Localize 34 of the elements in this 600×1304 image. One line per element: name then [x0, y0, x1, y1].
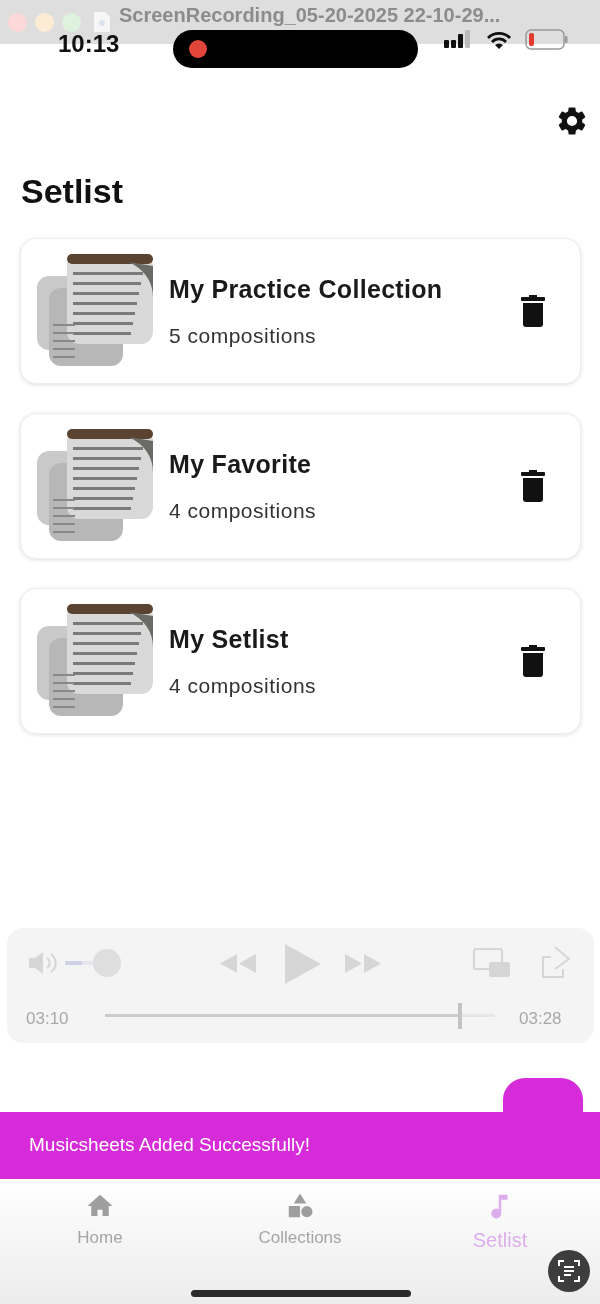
delete-icon[interactable]	[520, 645, 546, 677]
total-time: 03:28	[519, 1008, 562, 1030]
play-icon[interactable]	[283, 942, 323, 986]
share-icon[interactable]	[541, 945, 571, 979]
setlist-name: My Practice Collection	[169, 273, 444, 305]
snackbar-message: Musicsheets Added Successfully!	[29, 1133, 310, 1158]
composition-count: 4 compositions	[169, 673, 318, 699]
setlist-name: My Favorite	[169, 448, 313, 480]
clock: 10:13	[58, 29, 120, 59]
wifi-icon	[486, 30, 512, 49]
composition-count: 4 compositions	[169, 498, 318, 524]
rewind-icon[interactable]	[219, 953, 257, 974]
close-window-icon[interactable]	[8, 12, 27, 32]
setlist-card[interactable]: My Favorite 4 compositions	[20, 413, 581, 559]
setlist-card[interactable]: My Setlist 4 compositions	[20, 588, 581, 734]
window-title: ScreenRecording_05-20-2025 22-10-29...	[119, 3, 501, 28]
scan-text-icon	[557, 1259, 581, 1283]
minimize-window-icon[interactable]	[35, 12, 54, 32]
document-icon	[93, 11, 111, 33]
setlist-card[interactable]: My Practice Collection 5 compositions	[20, 238, 581, 384]
signal-icon	[444, 30, 472, 50]
setlist-name: My Setlist	[169, 623, 290, 655]
delete-icon[interactable]	[520, 470, 546, 502]
volume-slider-fill[interactable]	[65, 961, 82, 965]
volume-icon[interactable]	[27, 950, 57, 976]
delete-icon[interactable]	[520, 295, 546, 327]
composition-count: 5 compositions	[169, 323, 318, 349]
progress-fill[interactable]	[105, 1014, 460, 1017]
picture-in-picture-icon[interactable]	[473, 948, 511, 978]
page-title: Setlist	[21, 171, 124, 212]
elapsed-time: 03:10	[26, 1008, 69, 1030]
fast-forward-icon[interactable]	[344, 953, 382, 974]
progress-thumb[interactable]	[457, 1003, 462, 1029]
battery-icon	[525, 29, 568, 50]
